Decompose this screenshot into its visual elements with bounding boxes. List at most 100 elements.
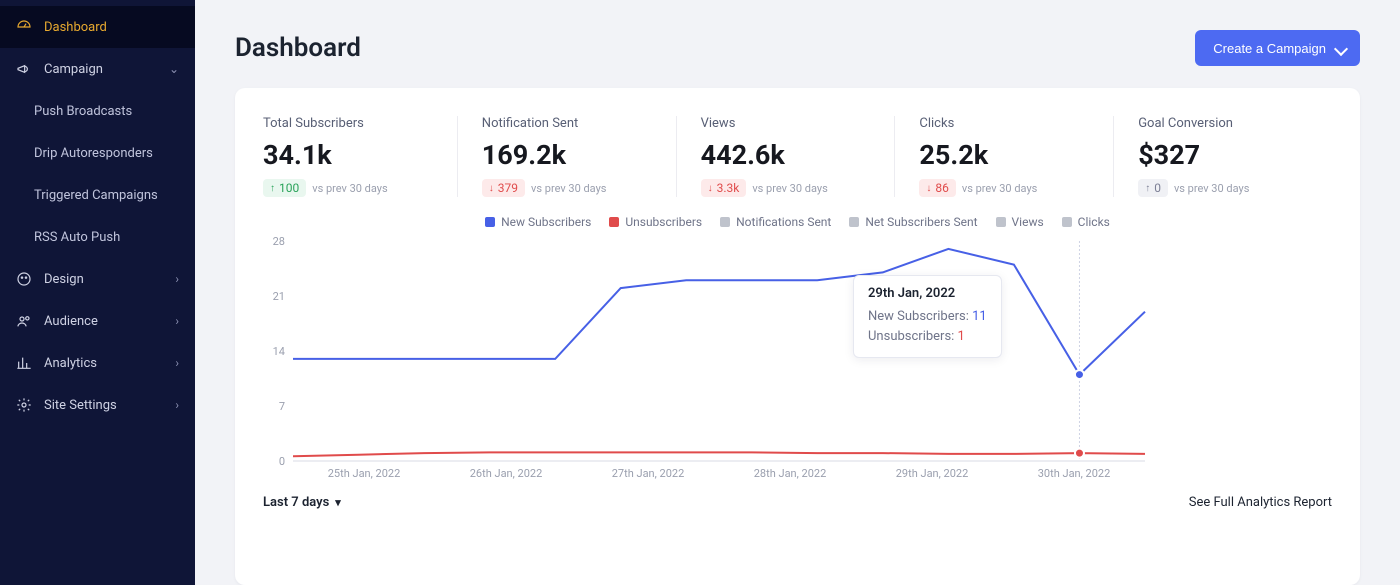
legend-item-views[interactable]: Views (996, 215, 1044, 229)
legend-swatch (849, 217, 859, 227)
chart-area: 0 7 14 21 28 25th Jan, 2022 26th Jan, 2022 27th… (263, 235, 1332, 485)
legend-swatch (609, 217, 619, 227)
y-tick-label: 7 (279, 400, 285, 413)
full-analytics-link[interactable]: See Full Analytics Report (1189, 495, 1332, 510)
create-campaign-button[interactable]: Create a Campaign (1195, 30, 1360, 66)
chart-legend: New Subscribers Unsubscribers Notification… (263, 215, 1332, 229)
users-icon (16, 313, 32, 329)
date-range-label: Last 7 days (263, 495, 329, 510)
legend-label: Notifications Sent (736, 215, 831, 229)
stat-title: Notification Sent (482, 116, 672, 131)
stat-title: Views (701, 116, 891, 131)
arrow-down-icon: ↓ (489, 183, 494, 194)
date-range-picker[interactable]: Last 7 days ▾ (263, 495, 341, 510)
palette-icon (16, 271, 32, 287)
legend-label: New Subscribers (501, 215, 591, 229)
legend-item-notifications-sent[interactable]: Notifications Sent (720, 215, 831, 229)
legend-item-unsubscribers[interactable]: Unsubscribers (609, 215, 702, 229)
stat-delta: ↑0 (1138, 179, 1168, 197)
legend-swatch (485, 217, 495, 227)
sidebar-item-label: Dashboard (44, 20, 179, 35)
arrow-down-icon: ↓ (708, 183, 713, 194)
legend-swatch (996, 217, 1006, 227)
arrow-neutral-icon: ↑ (1145, 183, 1150, 194)
stat-goal-conversion: Goal Conversion $327 ↑0 vs prev 30 days (1113, 116, 1332, 197)
stat-views: Views 442.6k ↓3.3k vs prev 30 days (676, 116, 895, 197)
page-title: Dashboard (235, 33, 361, 63)
legend-swatch (720, 217, 730, 227)
stat-value: 169.2k (482, 139, 672, 171)
sidebar-item-label: Campaign (44, 62, 157, 77)
legend-label: Unsubscribers (625, 215, 702, 229)
chevron-right-icon: › (175, 356, 179, 370)
gauge-icon (16, 19, 32, 35)
sidebar-item-audience[interactable]: Audience › (0, 300, 195, 342)
sidebar-item-analytics[interactable]: Analytics › (0, 342, 195, 384)
x-tick-label: 27th Jan, 2022 (612, 467, 685, 480)
sidebar-subitem-push-broadcasts[interactable]: Push Broadcasts (0, 90, 195, 132)
legend-label: Clicks (1078, 215, 1110, 229)
stat-value: 25.2k (919, 139, 1109, 171)
x-tick-label: 30th Jan, 2022 (1038, 467, 1111, 480)
arrow-down-icon: ↓ (926, 183, 931, 194)
y-tick-label: 0 (279, 455, 285, 468)
x-tick-label: 26th Jan, 2022 (470, 467, 543, 480)
stat-compare-label: vs prev 30 days (1174, 182, 1249, 195)
stat-notification-sent: Notification Sent 169.2k ↓379 vs prev 30 da… (457, 116, 676, 197)
chevron-right-icon: › (175, 398, 179, 412)
stat-title: Total Subscribers (263, 116, 453, 131)
stat-value: $327 (1138, 139, 1328, 171)
x-tick-label: 29th Jan, 2022 (896, 467, 969, 480)
x-tick-label: 28th Jan, 2022 (754, 467, 827, 480)
sidebar-subitem-rss-auto-push[interactable]: RSS Auto Push (0, 216, 195, 258)
chart-hover-point (1075, 449, 1084, 458)
y-tick-label: 28 (273, 235, 285, 248)
sidebar-item-campaign[interactable]: Campaign⌄ (0, 48, 195, 90)
legend-label: Views (1012, 215, 1044, 229)
sidebar: Dashboard Campaign⌄Push BroadcastsDrip Au… (0, 0, 195, 585)
stat-value: 442.6k (701, 139, 891, 171)
y-tick-label: 21 (273, 290, 285, 303)
top-bar: Dashboard Create a Campaign (235, 30, 1360, 66)
sidebar-subitem-triggered-campaigns[interactable]: Triggered Campaigns (0, 174, 195, 216)
stat-delta: ↑100 (263, 179, 306, 197)
gear-icon (16, 397, 32, 413)
dashboard-card: Total Subscribers34.1k↑100vs prev 30 day… (235, 88, 1360, 585)
chart-hover-point (1075, 370, 1084, 379)
stat-title: Clicks (919, 116, 1109, 131)
legend-item-new-subscribers[interactable]: New Subscribers (485, 215, 591, 229)
stat-delta: ↓86 (919, 179, 956, 197)
card-footer: Last 7 days ▾ See Full Analytics Report (263, 495, 1332, 510)
stats-row: Total Subscribers34.1k↑100vs prev 30 day… (263, 116, 1332, 197)
stat-compare-label: vs prev 30 days (531, 182, 606, 195)
chevron-right-icon: › (175, 314, 179, 328)
legend-item-clicks[interactable]: Clicks (1062, 215, 1110, 229)
legend-item-net-subscribers-sent[interactable]: Net Subscribers Sent (849, 215, 977, 229)
x-tick-label: 25th Jan, 2022 (328, 467, 401, 480)
sidebar-item-design[interactable]: Design› (0, 258, 195, 300)
stat-delta: ↓3.3k (701, 179, 747, 197)
sidebar-item-label: Analytics (44, 356, 163, 371)
line-chart[interactable]: 0 7 14 21 28 25th Jan, 2022 26th Jan, 2022 27th… (263, 235, 1151, 481)
sidebar-item-dashboard[interactable]: Dashboard (0, 6, 195, 48)
stat-clicks: Clicks 25.2k ↓86 vs prev 30 days (894, 116, 1113, 197)
sidebar-item-site-settings[interactable]: Site Settings› (0, 384, 195, 426)
stat-title: Goal Conversion (1138, 116, 1328, 131)
sidebar-item-label: Design (44, 272, 163, 287)
chart-icon (16, 355, 32, 371)
y-tick-label: 14 (273, 345, 285, 358)
chart-series-new-subscribers (293, 249, 1145, 375)
stat-delta: ↓379 (482, 179, 525, 197)
chevron-down-icon: ▾ (335, 496, 341, 509)
sidebar-subitem-drip-autoresponders[interactable]: Drip Autoresponders (0, 132, 195, 174)
legend-label: Net Subscribers Sent (865, 215, 977, 229)
chart-series-unsubscribers (293, 452, 1145, 456)
legend-swatch (1062, 217, 1072, 227)
stat-compare-label: vs prev 30 days (962, 182, 1037, 195)
stat-compare-label: vs prev 30 days (312, 182, 387, 195)
stat-total-subscribers: Total Subscribers34.1k↑100vs prev 30 day… (263, 116, 457, 197)
megaphone-icon (16, 61, 32, 77)
stat-compare-label: vs prev 30 days (752, 182, 827, 195)
main: Dashboard Create a Campaign Total Subscr… (195, 0, 1400, 585)
sidebar-item-label: Audience (44, 314, 163, 329)
